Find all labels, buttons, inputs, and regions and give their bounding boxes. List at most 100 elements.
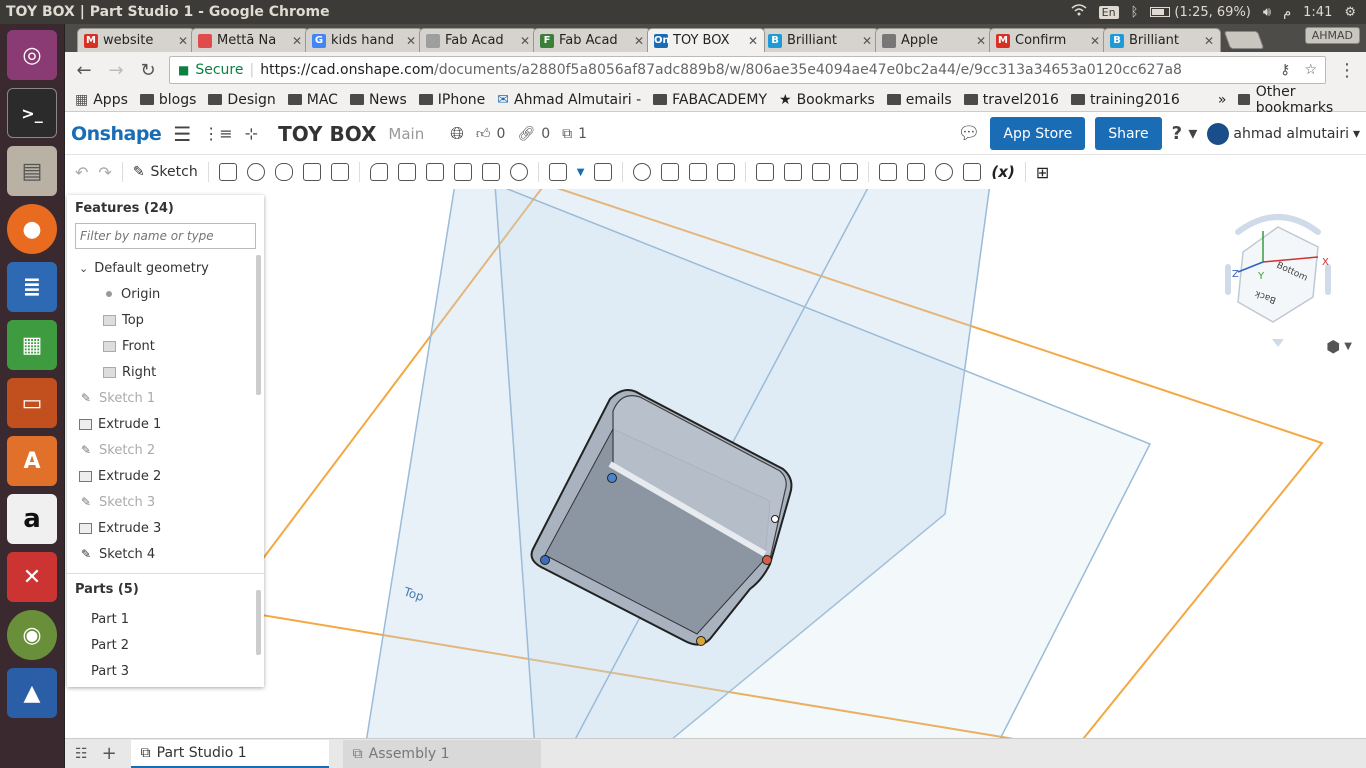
browser-tab[interactable]: Apple ✕ <box>875 28 993 52</box>
feature-item[interactable]: Extrude 2 <box>67 463 264 489</box>
transform-icon[interactable] <box>689 163 708 181</box>
firefox-icon[interactable]: ● <box>7 204 57 254</box>
feature-item[interactable]: Front <box>67 333 264 359</box>
help-icon[interactable]: ? ▾ <box>1172 123 1198 144</box>
parts-header[interactable]: Parts (5) <box>67 574 264 606</box>
address-bar[interactable]: ■ Secure | https://cad.onshape.com/docum… <box>169 56 1326 84</box>
bookmark-item[interactable]: ▦ Apps <box>75 92 128 108</box>
close-icon[interactable]: ✕ <box>178 34 188 48</box>
sweep-icon[interactable] <box>274 163 293 181</box>
bookmark-item[interactable]: FABACADEMY <box>653 92 767 108</box>
3d-fit-spline-icon[interactable] <box>963 163 982 181</box>
impress-icon[interactable]: ▭ <box>7 378 57 428</box>
view-cube[interactable]: Bottom Back X Y Z <box>1218 207 1338 357</box>
close-icon[interactable]: ✕ <box>862 34 872 48</box>
pattern-icon[interactable] <box>548 163 567 181</box>
view-mode-dropdown[interactable]: ⬢ ▼ <box>1326 337 1352 356</box>
volume-icon[interactable]: 🔊︎ <box>1263 5 1271 20</box>
bookmark-item[interactable]: MAC <box>287 92 338 108</box>
wifi-icon[interactable] <box>1071 4 1087 20</box>
app-store-button[interactable]: App Store <box>990 117 1086 150</box>
browser-tab[interactable]: On TOY BOX ✕ <box>647 28 765 52</box>
other-bookmarks[interactable]: Other bookmarks <box>1238 84 1366 116</box>
part-item[interactable]: Part 4 <box>67 684 264 687</box>
delete-part-icon[interactable] <box>717 163 736 181</box>
links-counter[interactable]: 🔗︎ 0 <box>517 126 550 142</box>
delete-face-icon[interactable] <box>784 163 803 181</box>
variable-icon[interactable]: (x) <box>991 163 1014 181</box>
bookmark-item[interactable]: ★ Bookmarks <box>779 92 875 108</box>
feature-item[interactable]: ✎ Sketch 3 <box>67 489 264 515</box>
share-button[interactable]: Share <box>1095 117 1162 150</box>
rib-icon[interactable] <box>453 163 472 181</box>
bookmark-item[interactable]: blogs <box>139 92 196 108</box>
browser-tab[interactable]: B Brilliant ✕ <box>761 28 879 52</box>
calc-icon[interactable]: ▦ <box>7 320 57 370</box>
part-item[interactable]: Part 1 <box>67 606 264 632</box>
browser-tab[interactable]: Mwebsite ✕ <box>77 28 195 52</box>
comments-icon[interactable]: 💬︎ <box>958 123 981 144</box>
profile-button[interactable]: AHMAD <box>1304 27 1360 44</box>
shell-icon[interactable] <box>481 163 500 181</box>
close-icon[interactable]: ✕ <box>748 34 758 48</box>
feature-item[interactable]: Right <box>67 359 264 385</box>
feature-item[interactable]: ⌄ Default geometry <box>67 255 264 281</box>
terminal-icon[interactable]: >_ <box>7 88 57 138</box>
bookmark-item[interactable]: News <box>349 92 407 108</box>
likes-counter[interactable]: 👍︎ 0 <box>476 125 506 143</box>
feature-scrollbar[interactable] <box>256 255 261 395</box>
key-icon[interactable]: ⚷ <box>1280 62 1290 78</box>
move-face-icon[interactable] <box>812 163 831 181</box>
extrude-icon[interactable] <box>218 163 237 181</box>
new-tab-button[interactable] <box>1223 31 1265 49</box>
feature-tree-toggle-icon[interactable]: ⋮≡ <box>203 124 232 143</box>
bookmark-item[interactable]: Design <box>208 92 276 108</box>
draft-icon[interactable] <box>425 163 444 181</box>
mirror-icon[interactable] <box>594 163 613 181</box>
chevron-down-icon[interactable]: ⌄ <box>79 262 88 275</box>
undo-icon[interactable]: ↶ <box>75 163 88 182</box>
pattern-dropdown-icon[interactable]: ▼ <box>577 167 585 178</box>
workspace-name[interactable]: Main <box>388 125 424 143</box>
feature-item[interactable]: Origin <box>67 281 264 307</box>
battery-indicator[interactable]: (1:25, 69%) <box>1150 5 1251 20</box>
bookmark-item[interactable]: travel2016 <box>963 92 1059 108</box>
bookmarks-overflow-button[interactable]: » <box>1218 92 1227 108</box>
replace-face-icon[interactable] <box>840 163 859 181</box>
remote-desktop-icon[interactable]: ▲ <box>7 668 57 718</box>
bookmark-star-icon[interactable]: ☆ <box>1304 62 1317 78</box>
tab-assembly[interactable]: ⧉ Assembly 1 <box>342 739 541 768</box>
bookmark-item[interactable]: ✉ Ahmad Almutairi - <box>497 92 641 108</box>
chrome-menu-icon[interactable]: ⋮ <box>1336 60 1358 81</box>
feature-item[interactable]: Extrude 3 <box>67 515 264 541</box>
close-icon[interactable]: ✕ <box>634 34 644 48</box>
modify-fillet-icon[interactable] <box>756 163 775 181</box>
amazon-icon[interactable]: a <box>7 494 57 544</box>
clock[interactable]: 1:41 <box>1303 5 1332 20</box>
close-icon[interactable]: ✕ <box>292 34 302 48</box>
bluetooth-icon[interactable]: ᛒ <box>1131 5 1139 20</box>
globe-icon[interactable]: 🌐︎ <box>450 124 464 144</box>
part-item[interactable]: Part 3 <box>67 658 264 684</box>
software-center-icon[interactable]: A <box>7 436 57 486</box>
feature-item[interactable]: Top <box>67 307 264 333</box>
hole-icon[interactable] <box>509 163 528 181</box>
bookmark-item[interactable]: emails <box>886 92 952 108</box>
helix-icon[interactable] <box>907 163 926 181</box>
feature-filter-input[interactable] <box>75 223 256 249</box>
add-custom-feature-icon[interactable]: ⊞ <box>1036 163 1049 182</box>
close-icon[interactable]: ✕ <box>976 34 986 48</box>
close-icon[interactable]: ✕ <box>1204 34 1214 48</box>
revolve-icon[interactable] <box>246 163 265 181</box>
bookmark-item[interactable]: training2016 <box>1070 92 1180 108</box>
files-icon[interactable]: ▤ <box>7 146 57 196</box>
parts-scrollbar[interactable] <box>256 590 261 655</box>
insert-icon[interactable]: ⊹ <box>245 124 258 143</box>
tab-part-studio[interactable]: ⧉ Part Studio 1 <box>130 739 329 768</box>
copies-counter[interactable]: ⧉ 1 <box>562 126 587 142</box>
keyboard-language[interactable]: En <box>1098 5 1119 19</box>
redo-icon[interactable]: ↷ <box>98 163 111 182</box>
part-item[interactable]: Part 2 <box>67 632 264 658</box>
close-icon[interactable]: ✕ <box>520 34 530 48</box>
feature-item[interactable]: ✎ Sketch 2 <box>67 437 264 463</box>
